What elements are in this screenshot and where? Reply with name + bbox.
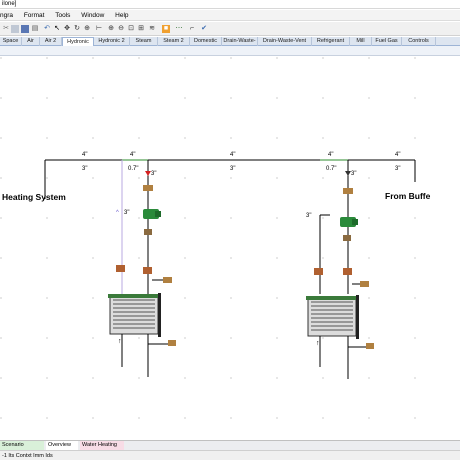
svg-text:↑: ↑	[118, 338, 122, 345]
pipe-size-label: 0.7"	[326, 166, 336, 172]
tab-space[interactable]: Space	[0, 37, 22, 46]
tab-refrigerant[interactable]: Refrigerant	[312, 37, 350, 46]
pipe-size-label: 4"	[328, 152, 333, 158]
rotate-icon[interactable]: ↻	[73, 25, 81, 33]
valve-icon	[343, 268, 352, 275]
heating-system-label: Heating System	[2, 192, 66, 202]
component-palette	[0, 46, 460, 56]
svg-text:^: ^	[116, 210, 119, 216]
tab-mill[interactable]: Mill	[350, 37, 372, 46]
svg-text:3": 3"	[151, 171, 156, 177]
pipe-size-label: 0.7"	[128, 166, 138, 172]
tab-air-2[interactable]: Air 2	[40, 37, 62, 46]
valve-icon	[343, 188, 353, 194]
valve-icon	[168, 340, 176, 346]
sensor-icon	[360, 281, 369, 287]
valve-icon	[143, 185, 153, 191]
valve-icon	[116, 265, 125, 272]
check-icon[interactable]: ✔	[200, 25, 208, 33]
tab-drain-waste-vent[interactable]: Drain-Waste-Vent	[258, 37, 312, 46]
strainer-icon	[144, 229, 152, 235]
tab-domestic[interactable]: Domestic	[190, 37, 222, 46]
pointer-icon[interactable]: ↖	[53, 25, 61, 33]
category-tabs: Space Air Air 2 Hydronic Hydronic 2 Stea…	[0, 37, 460, 53]
zoom-out-icon[interactable]: ⊖	[117, 25, 125, 33]
tab-domestic-2[interactable]: Drain-Waste-Vent	[222, 37, 258, 53]
svg-text:↑: ↑	[316, 340, 320, 347]
valve-icon	[143, 267, 152, 274]
svg-text:3": 3"	[351, 171, 356, 177]
layers-icon[interactable]: ≋	[148, 25, 156, 33]
svg-text:3": 3"	[124, 210, 129, 216]
tab-controls[interactable]: Controls	[402, 37, 436, 46]
menu-item-help[interactable]: Help	[115, 10, 128, 21]
window-title: ilone]	[2, 1, 17, 7]
status-bar: -1 Its Contxt Imm Ids	[0, 450, 460, 460]
new-icon[interactable]	[11, 25, 19, 33]
pan-icon[interactable]: ✥	[63, 25, 71, 33]
pipe-size-label: 4"	[395, 152, 400, 158]
from-buffer-label: From Buffe	[385, 191, 431, 201]
schematic-svg[interactable]: Heating System From Buffe 4" 3" 4" 0.7" …	[0, 57, 460, 438]
cut-icon[interactable]: ✂	[2, 25, 10, 33]
print-icon[interactable]: ▤	[31, 25, 39, 33]
valve-icon	[314, 268, 323, 275]
menu-item-window[interactable]: Window	[81, 10, 104, 21]
zoom-extents-icon[interactable]: ⊞	[137, 25, 145, 33]
drawing-canvas[interactable]: Heating System From Buffe 4" 3" 4" 0.7" …	[0, 57, 460, 438]
tab-air[interactable]: Air	[22, 37, 40, 46]
menu-item-edit[interactable]: ngra	[0, 10, 13, 21]
svg-text:3": 3"	[306, 213, 311, 219]
zoom-window-icon[interactable]: ⊡	[127, 25, 135, 33]
tab-fuel-gas[interactable]: Fuel Gas	[372, 37, 402, 46]
zoom-in-icon[interactable]: ⊕	[107, 25, 115, 33]
tab-steam[interactable]: Steam	[130, 37, 158, 46]
main-toolbar: ✂ ▤ ↶ ↖ ✥ ↻ ⊕ ⊢ ⊕ ⊖ ⊡ ⊞ ≋ ■ ⋯ ⌐ ✔	[0, 22, 460, 36]
highlight-icon[interactable]: ■	[162, 25, 170, 33]
menu-bar: ngra Format Tools Window Help	[0, 10, 460, 21]
menu-item-tools[interactable]: Tools	[55, 10, 70, 21]
undo-icon[interactable]: ↶	[43, 25, 51, 33]
tab-water-heating[interactable]: Water Heating	[80, 441, 124, 450]
tab-hydronic[interactable]: Hydronic	[62, 37, 94, 46]
pipe-size-label: 4"	[130, 152, 135, 158]
grid-icon[interactable]: ⋯	[175, 25, 183, 33]
select-icon[interactable]: ⊕	[83, 25, 91, 33]
window-title-bar: ilone]	[0, 0, 460, 9]
measure-icon[interactable]: ⊢	[95, 25, 103, 33]
pipe-size-label: 4"	[230, 152, 235, 158]
sheet-tabs: Scenario Manager Overview Water Heating	[0, 440, 460, 457]
pipe-size-label: 3"	[395, 166, 400, 172]
pipe-size-label: 3"	[82, 166, 87, 172]
tab-hydronic-2[interactable]: Hydronic 2	[94, 37, 130, 46]
menu-item-format[interactable]: Format	[24, 10, 45, 21]
valve-icon	[366, 343, 374, 349]
tab-scenario-manager[interactable]: Scenario Manager	[0, 441, 44, 457]
pipe-size-label: 3"	[230, 166, 235, 172]
tab-steam-2[interactable]: Steam 2	[158, 37, 190, 46]
link-icon[interactable]: ⌐	[188, 25, 196, 33]
pipe-size-label: 4"	[82, 152, 87, 158]
save-icon[interactable]	[21, 25, 29, 33]
strainer-icon	[343, 235, 351, 241]
tab-overview[interactable]: Overview	[46, 441, 78, 450]
sensor-icon	[163, 277, 172, 283]
